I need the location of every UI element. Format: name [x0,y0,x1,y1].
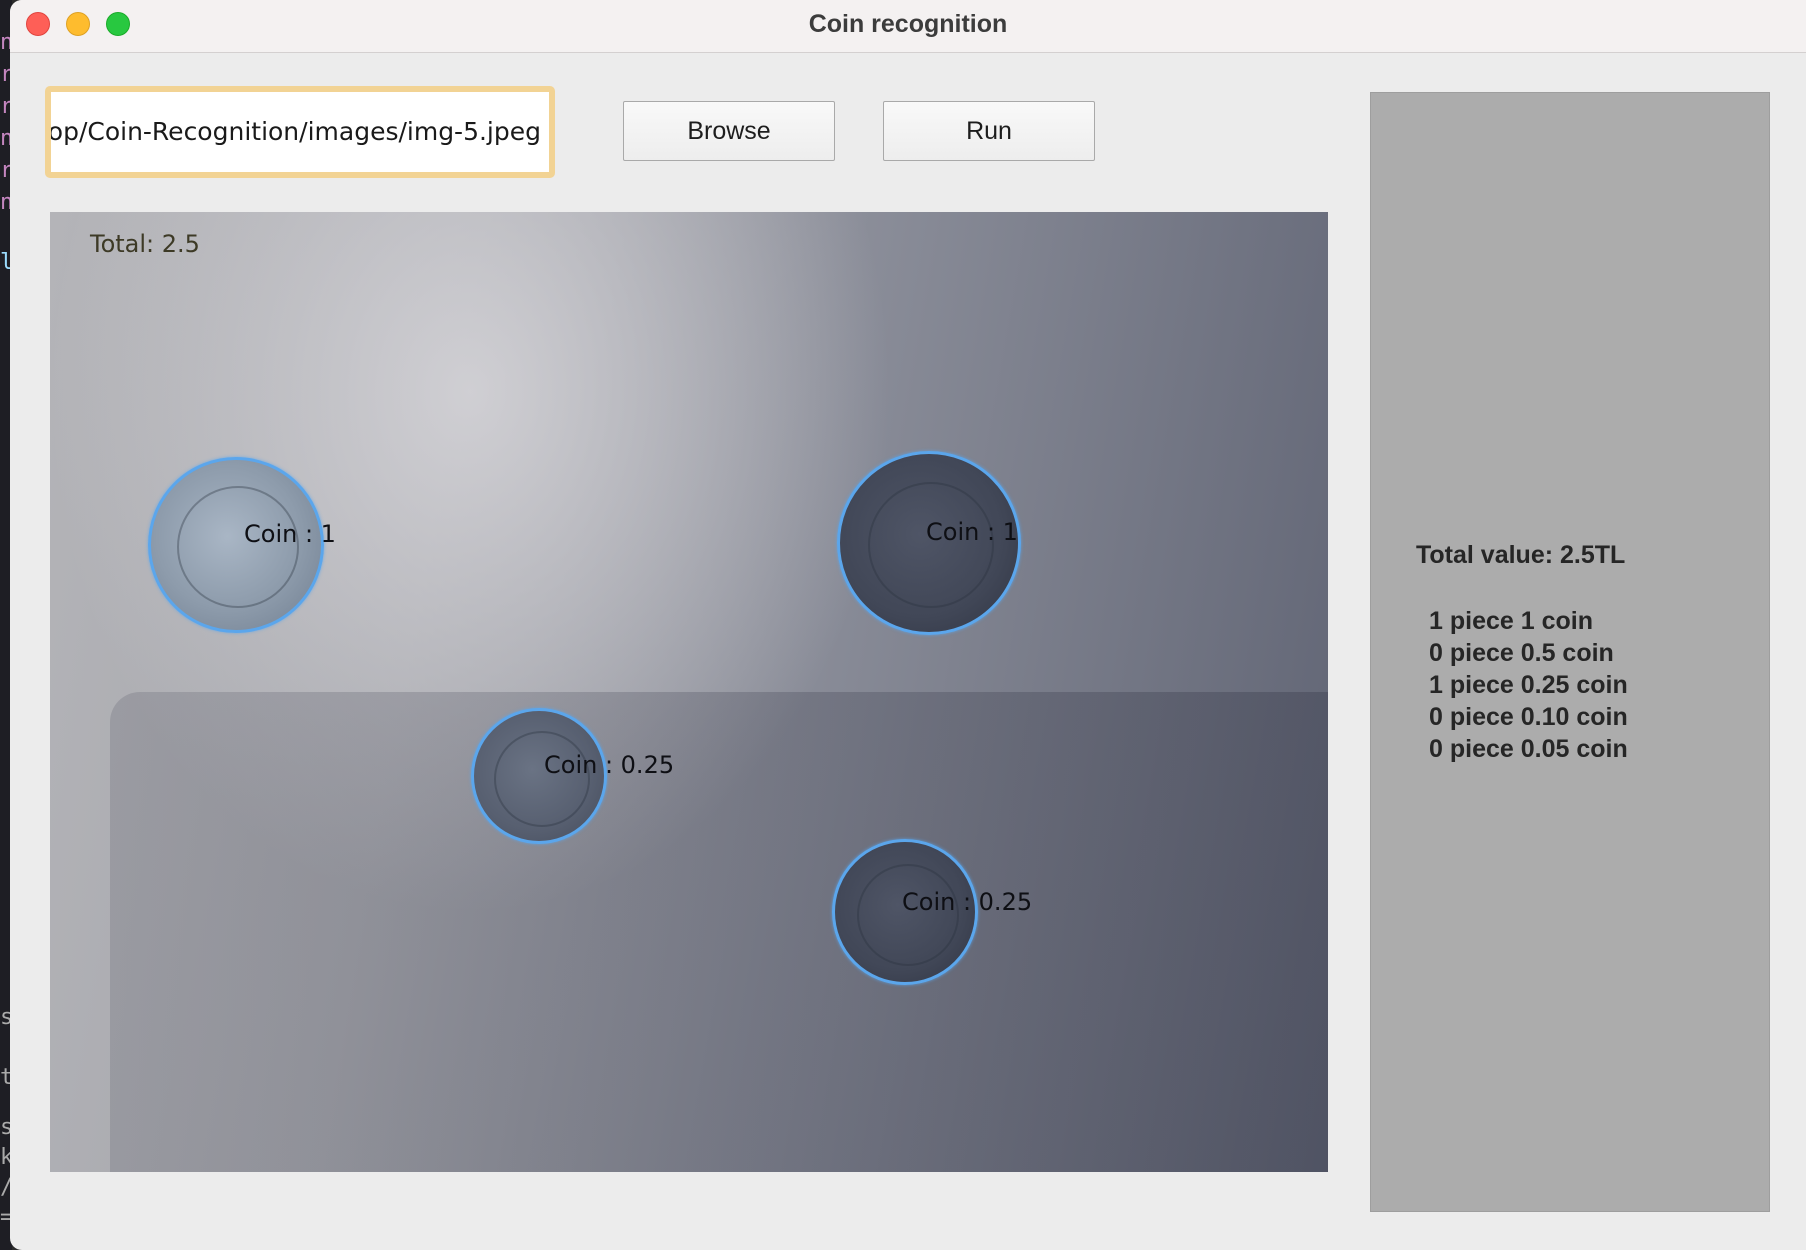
window-title: Coin recognition [808,10,1008,38]
image-preview: Total: 2.5 Coin : 1 Coin : 1 Coin : 0.25… [50,212,1328,1172]
app-window: Coin recognition top/Coin-Recognition/im… [10,0,1806,1250]
browse-button[interactable]: Browse [623,101,835,161]
image-total-overlay: Total: 2.5 [90,230,200,258]
title-bar: Coin recognition [10,0,1806,53]
coin-count-item: 1 piece 1 coin [1429,607,1593,635]
coin-count-item: 0 piece 0.5 coin [1429,639,1614,667]
total-value-label: Total value: 2.5TL [1416,541,1626,569]
coin-count-item: 0 piece 0.10 coin [1429,703,1628,731]
coin-count-item: 0 piece 0.05 coin [1429,735,1628,763]
coin-label: Coin : 1 [926,518,1018,546]
file-path-value: top/Coin-Recognition/images/img-5.jpeg [51,117,541,146]
file-path-field[interactable]: top/Coin-Recognition/images/img-5.jpeg [45,86,555,178]
coin-label: Coin : 0.25 [902,888,1033,916]
coin-label: Coin : 0.25 [544,751,675,779]
coin-label: Coin : 1 [244,520,336,548]
surface-shadow [110,692,1328,1172]
run-button[interactable]: Run [883,101,1095,161]
coin-count-list: 1 piece 1 coin 0 piece 0.5 coin 1 piece … [1429,605,1628,765]
result-panel: Total value: 2.5TL 1 piece 1 coin 0 piec… [1370,92,1770,1212]
file-path-input[interactable]: top/Coin-Recognition/images/img-5.jpeg [51,92,549,172]
coin-count-item: 1 piece 0.25 coin [1429,671,1628,699]
